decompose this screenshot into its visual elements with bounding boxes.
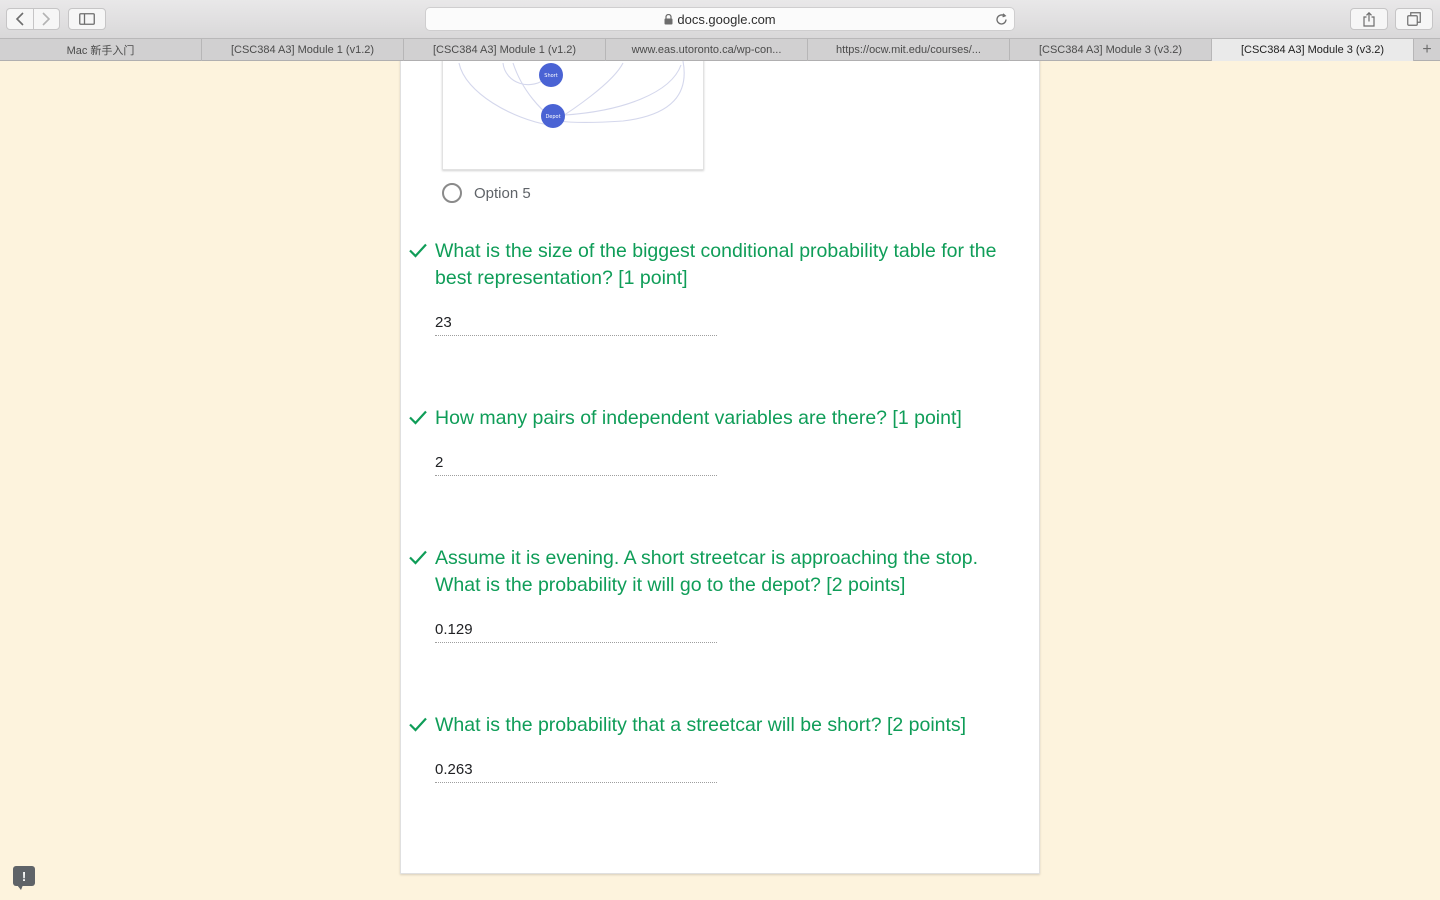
question-text: Assume it is evening. A short streetcar … [435, 547, 979, 596]
tab-overview-button[interactable] [1395, 8, 1433, 30]
question-3: Assume it is evening. A short streetcar … [407, 545, 1007, 643]
browser-toolbar: docs.google.com [0, 0, 1440, 38]
svg-text:Short: Short [544, 73, 557, 79]
reload-icon[interactable] [994, 12, 1008, 26]
browser-tab[interactable]: https://ocw.mit.edu/courses/... [808, 39, 1010, 61]
tab-overview-icon [1407, 12, 1421, 26]
url-text: docs.google.com [677, 11, 776, 27]
sidebar-icon [79, 13, 95, 25]
answer-value: 2 [435, 454, 717, 476]
tab-bar: Mac 新手入门 [CSC384 A3] Module 1 (v1.2) [CS… [0, 38, 1440, 61]
answer-value: 0.129 [435, 621, 717, 643]
chevron-right-icon [42, 12, 51, 26]
check-icon [409, 410, 427, 425]
browser-tab[interactable]: [CSC384 A3] Module 1 (v1.2) [404, 39, 606, 61]
check-icon [409, 243, 427, 258]
page-viewport: Short Depot Option 5 What is the size of… [0, 61, 1440, 900]
chevron-left-icon [15, 12, 24, 26]
diagram-node-short: Short [539, 63, 563, 87]
question-2: How many pairs of independent variables … [407, 405, 1007, 476]
check-icon [409, 550, 427, 565]
browser-tab[interactable]: Mac 新手入门 [0, 39, 202, 61]
option-label: Option 5 [474, 184, 531, 202]
question-text: How many pairs of independent variables … [435, 407, 962, 429]
sidebar-toggle-button[interactable] [68, 8, 106, 30]
forward-button[interactable] [32, 9, 60, 29]
address-bar[interactable]: docs.google.com [425, 7, 1015, 31]
browser-tab[interactable]: [CSC384 A3] Module 3 (v3.2) [1010, 39, 1212, 61]
lock-icon [664, 13, 673, 25]
radio-button[interactable] [442, 183, 462, 203]
answer-value: 23 [435, 314, 717, 336]
diagram-node-depot: Depot [541, 104, 565, 128]
option-5[interactable]: Option 5 [442, 182, 531, 204]
svg-text:Depot: Depot [545, 114, 560, 120]
new-tab-button[interactable]: + [1414, 39, 1440, 60]
share-button[interactable] [1350, 8, 1388, 30]
share-icon [1363, 11, 1375, 27]
check-icon [409, 717, 427, 732]
bayes-network-diagram: Short Depot [442, 61, 704, 170]
question-text: What is the size of the biggest conditio… [435, 240, 997, 289]
question-1: What is the size of the biggest conditio… [407, 238, 1007, 336]
form-card: Short Depot Option 5 What is the size of… [400, 61, 1040, 874]
report-feedback-button[interactable]: ! [13, 866, 35, 890]
back-button[interactable] [7, 9, 33, 29]
answer-value: 0.263 [435, 761, 717, 783]
question-text: What is the probability that a streetcar… [435, 714, 967, 736]
browser-tab[interactable]: [CSC384 A3] Module 1 (v1.2) [202, 39, 404, 61]
diagram-edges [458, 61, 685, 126]
history-nav [6, 8, 60, 30]
question-4: What is the probability that a streetcar… [407, 712, 1007, 783]
browser-tab[interactable]: www.eas.utoronto.ca/wp-con... [606, 39, 808, 61]
browser-tab-active[interactable]: [CSC384 A3] Module 3 (v3.2) [1212, 39, 1414, 61]
